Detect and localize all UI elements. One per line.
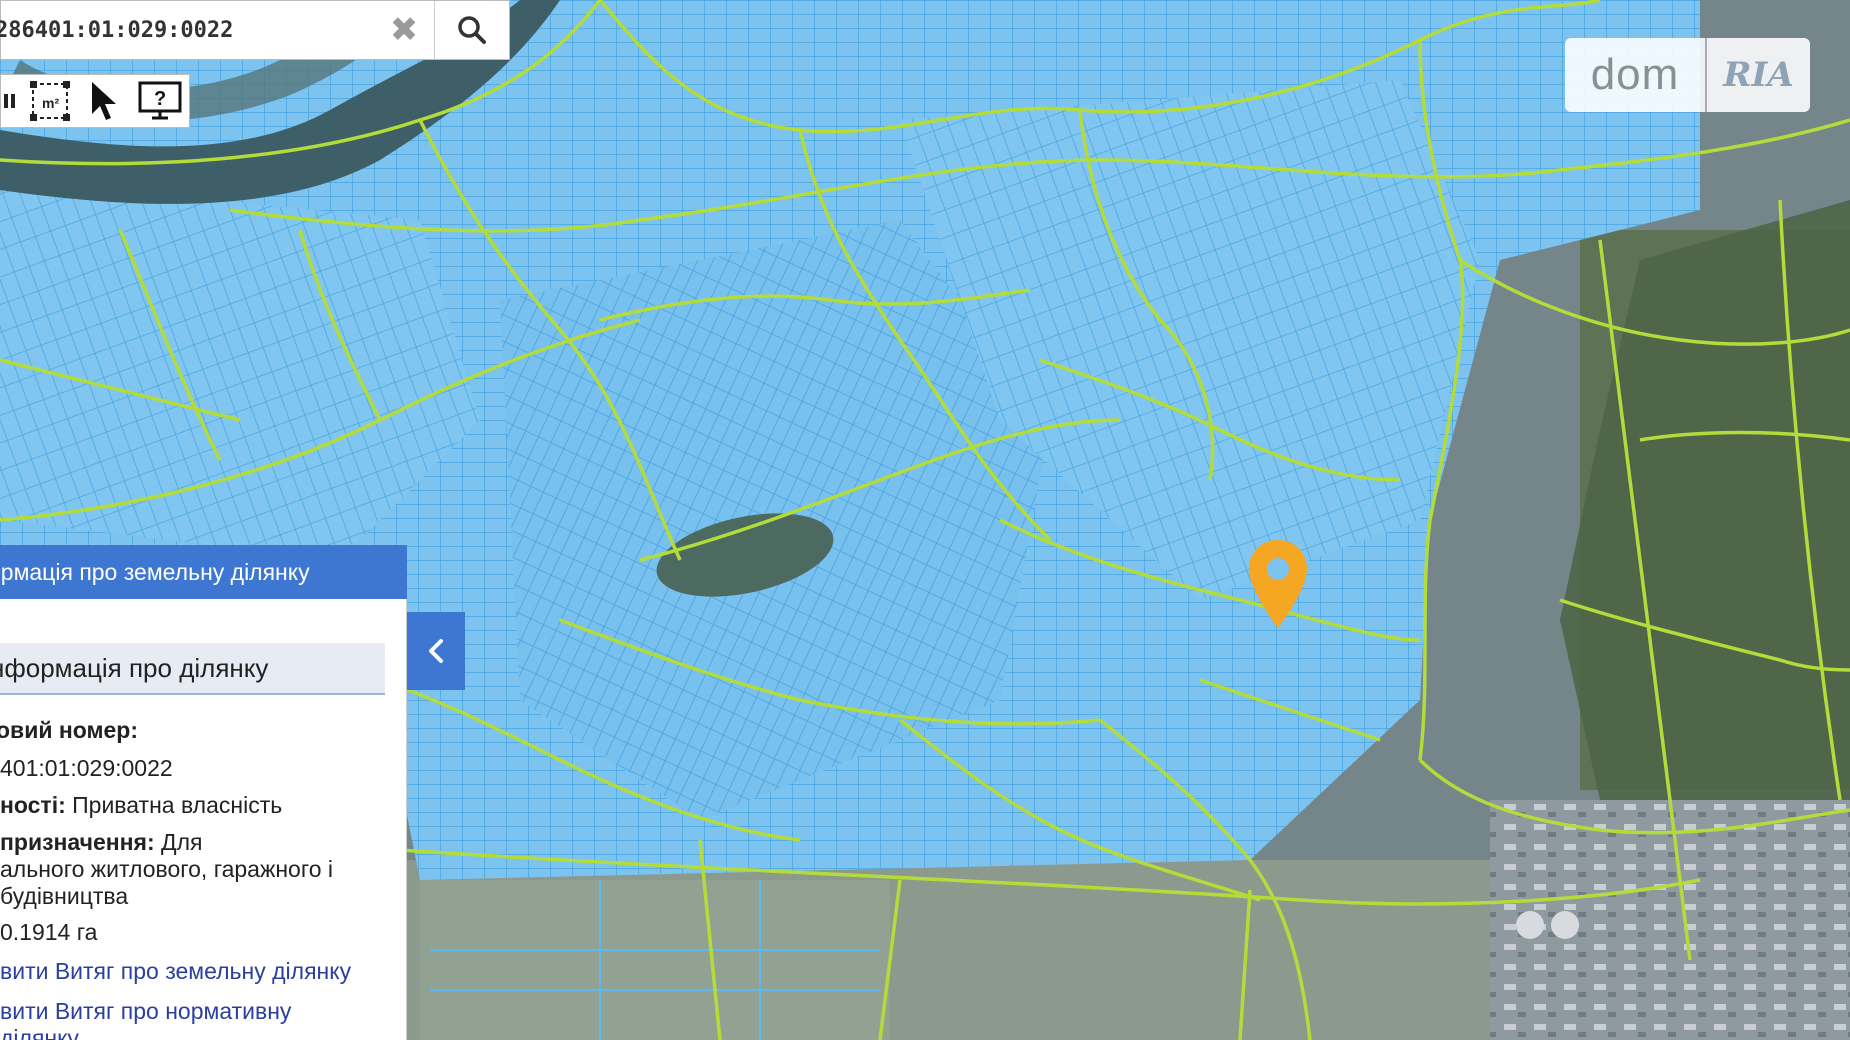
area-measure-icon: m² [30, 81, 70, 121]
select-pointer-icon [92, 82, 116, 120]
ownership-row: ності: Приватна власність [0, 792, 282, 819]
section-title[interactable]: нформація про ділянку [0, 643, 385, 695]
ownership-label: ності: [0, 792, 66, 818]
purpose-value-3: будівництва [0, 883, 129, 909]
area-value: 0.1914 га [0, 919, 98, 945]
help-monitor-icon: ? [138, 81, 182, 120]
area-measure-label: m² [42, 95, 59, 111]
panel-header-title: ормація про земельну ділянку [0, 558, 310, 585]
svg-text:?: ? [154, 88, 166, 110]
cadastral-search-input[interactable] [0, 1, 374, 59]
pan-tool-button[interactable] [1, 75, 23, 127]
chevron-left-icon [429, 639, 443, 663]
area-measure-button[interactable]: m² [23, 75, 77, 127]
collapse-panel-button[interactable] [407, 612, 465, 690]
search-icon [458, 16, 486, 44]
pan-icon [4, 94, 15, 108]
select-tool-button[interactable] [77, 75, 131, 127]
help-info-button[interactable]: ? [131, 75, 189, 127]
purpose-label: призначення: [0, 829, 155, 855]
map-toolbar: m² ? [0, 74, 190, 128]
search-button[interactable] [434, 1, 509, 59]
cadastral-number-label: овий номер: [0, 717, 139, 743]
cadastral-number-value: 401:01:029:0022 [0, 755, 173, 781]
panel-header: ормація про земельну ділянку [0, 545, 407, 599]
extract-parcel-link[interactable]: вити Витяг про земельну ділянку [0, 958, 351, 985]
purpose-value-1: Для [161, 829, 203, 855]
parcel-info-panel: нформація про ділянку овий номер: 401:01… [0, 599, 407, 1040]
logo-dom-text: dom [1590, 50, 1680, 99]
purpose-row: призначення: Для [0, 829, 202, 856]
extract-normative-link[interactable]: вити Витяг про нормативну [0, 998, 291, 1025]
close-icon: ✖ [389, 11, 419, 49]
purpose-value-2: ального житлового, гаражного і [0, 856, 334, 882]
section-title-text: нформація про ділянку [0, 652, 269, 683]
logo-ria-text: RIA [1723, 55, 1794, 95]
clear-search-button[interactable]: ✖ [374, 1, 434, 59]
location-marker-icon[interactable] [1246, 538, 1310, 630]
domria-logo: dom RIA [1565, 38, 1810, 112]
extract-normative-link-cont[interactable]: ділянку [0, 1025, 79, 1040]
ownership-value: Приватна власність [72, 792, 283, 818]
search-bar: ✖ [0, 0, 510, 60]
